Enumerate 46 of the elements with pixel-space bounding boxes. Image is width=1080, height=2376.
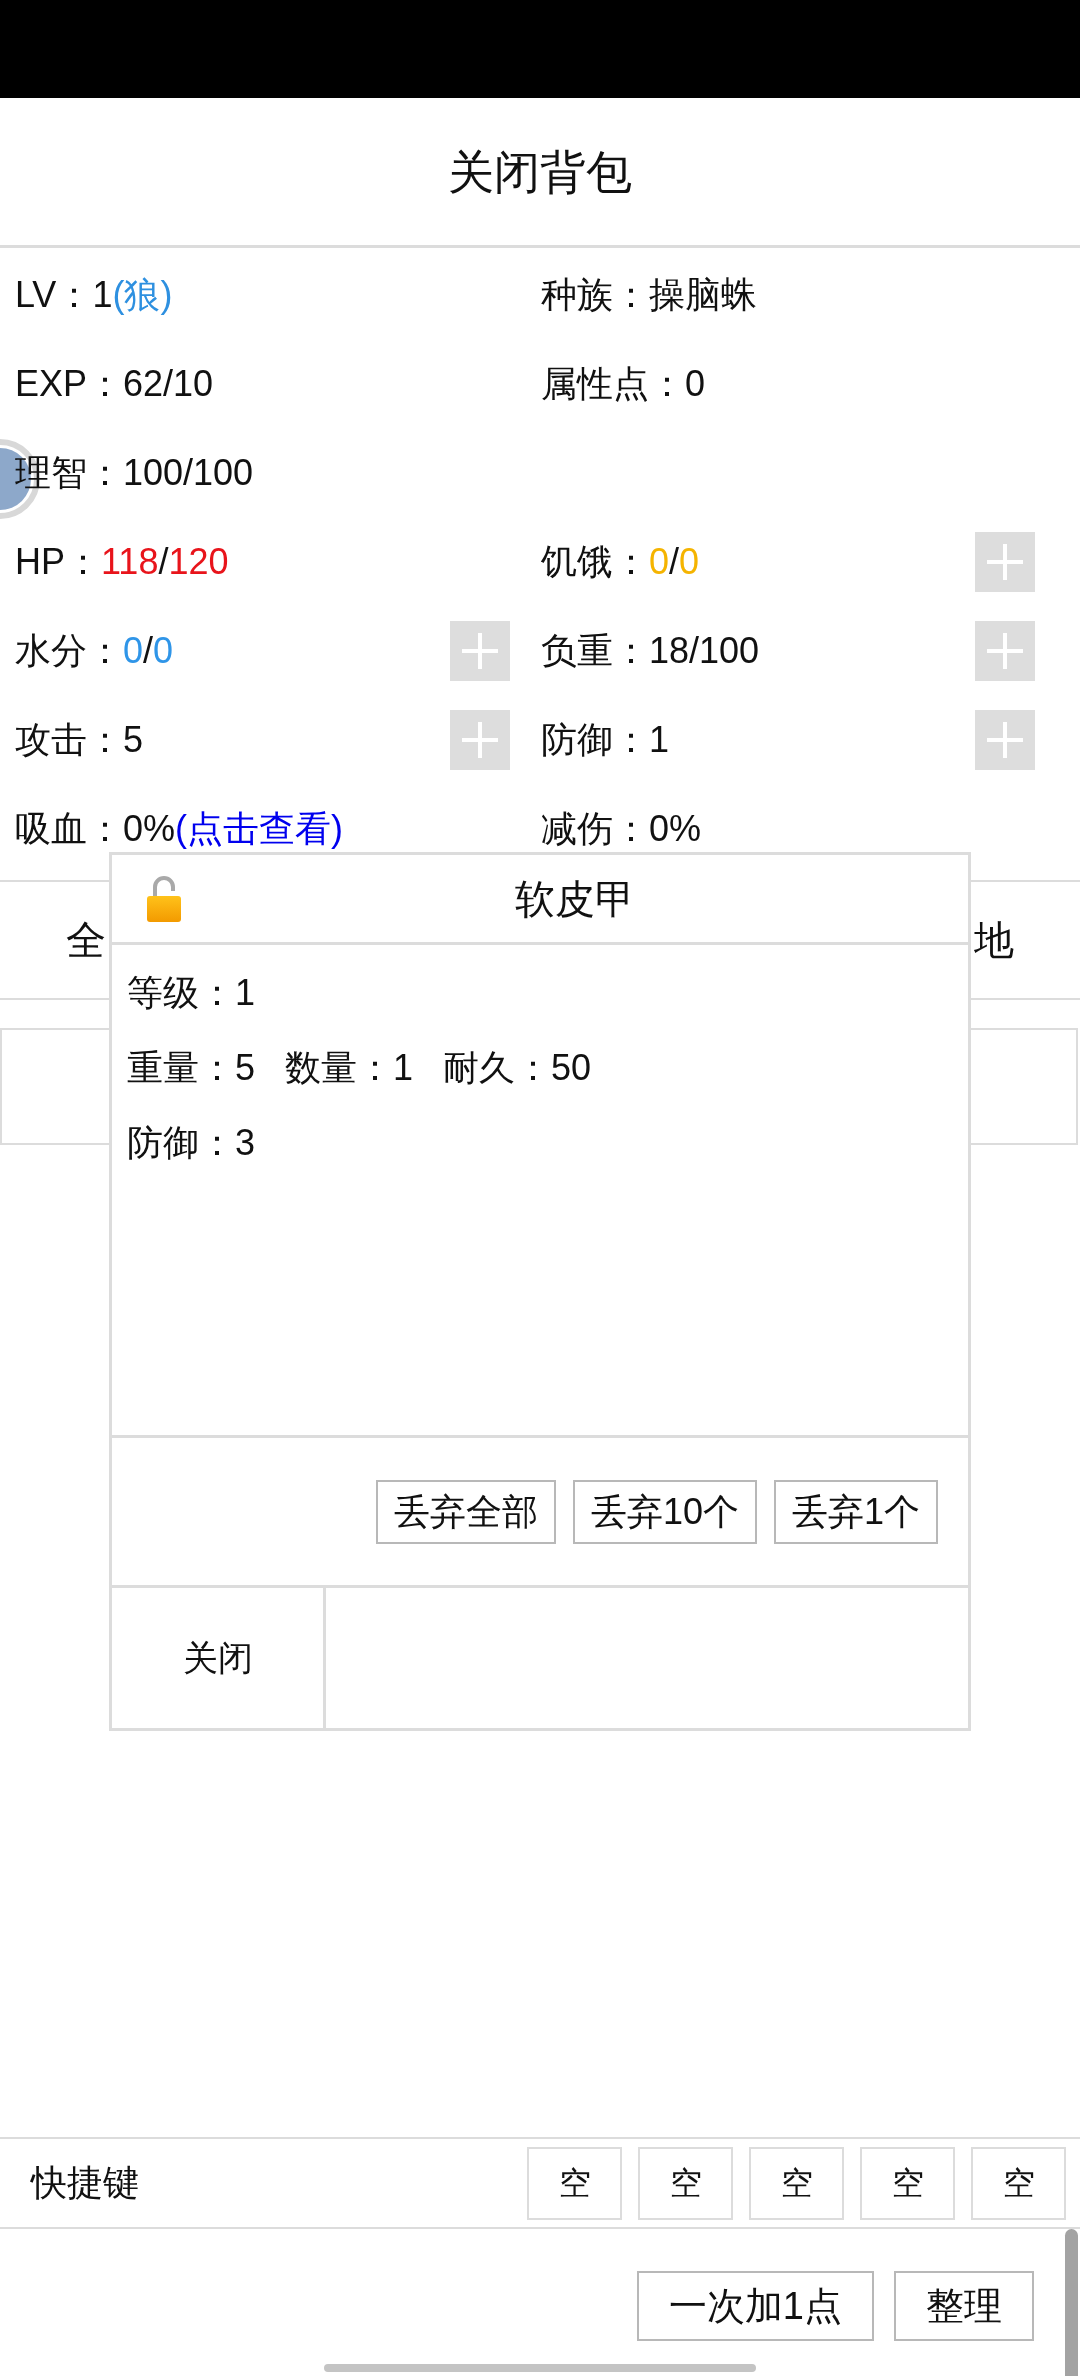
open-padlock-icon[interactable] — [147, 875, 181, 922]
add-button[interactable] — [450, 709, 510, 770]
item-stat-text: 重量：5 — [127, 1045, 256, 1090]
discard-button[interactable]: 丢弃全部 — [375, 1479, 556, 1544]
item-stat-text: 数量：1 — [285, 1045, 414, 1090]
action-button[interactable]: 整理 — [894, 2271, 1034, 2341]
shortcut-label: 快捷键 — [31, 2161, 139, 2205]
add-button[interactable] — [975, 709, 1035, 770]
plus-icon — [462, 632, 498, 669]
stat-text: 防御：1 — [541, 717, 670, 762]
stat-text: 饥饿：0/0 — [541, 539, 700, 584]
shortcut-slot[interactable]: 空 — [527, 2146, 622, 2220]
dialog-title: 软皮甲 — [514, 875, 635, 923]
stat-text: HP：118/120 — [15, 539, 229, 584]
close-button[interactable]: 关闭 — [112, 1588, 326, 1728]
tab[interactable]: 地 — [974, 920, 1014, 960]
item-stat-text: 防御：3 — [127, 1120, 256, 1165]
stat-text: 水分：0/0 — [15, 628, 174, 673]
add-button[interactable] — [975, 620, 1035, 681]
add-button[interactable] — [975, 531, 1035, 592]
item-stat-text: 耐久：50 — [443, 1045, 592, 1090]
stat-text: EXP：62/10 — [15, 361, 214, 406]
discard-button[interactable]: 丢弃10个 — [572, 1479, 757, 1544]
discard-button[interactable]: 丢弃1个 — [773, 1479, 938, 1544]
action-button[interactable]: 一次加1点 — [636, 2271, 874, 2341]
shortcut-slot[interactable]: 空 — [638, 2146, 733, 2220]
stat-text: 种族：操脑蛛 — [541, 272, 757, 317]
item-stat-text: 等级：1 — [127, 970, 256, 1015]
shortcut-slot[interactable]: 空 — [749, 2146, 844, 2220]
stat-text: 吸血：0% — [15, 806, 176, 851]
plus-icon — [987, 632, 1023, 669]
details-link[interactable]: (点击查看) — [175, 801, 343, 856]
plus-icon — [987, 543, 1023, 580]
plus-icon — [462, 721, 498, 758]
stat-text: LV：1(狼) — [15, 272, 173, 317]
stat-text: 减伤：0% — [541, 806, 702, 851]
add-button[interactable] — [450, 620, 510, 681]
plus-icon — [987, 721, 1023, 758]
stat-text: 攻击：5 — [15, 717, 144, 762]
close-bag-button[interactable]: 关闭背包 — [448, 148, 632, 195]
tab[interactable]: 全 — [66, 920, 106, 960]
shortcut-slot[interactable]: 空 — [860, 2146, 955, 2220]
stat-text: 理智：100/100 — [15, 450, 254, 495]
shortcut-slot[interactable]: 空 — [971, 2146, 1066, 2220]
stat-text: 负重：18/100 — [541, 628, 760, 673]
stat-text: 属性点：0 — [541, 361, 706, 406]
